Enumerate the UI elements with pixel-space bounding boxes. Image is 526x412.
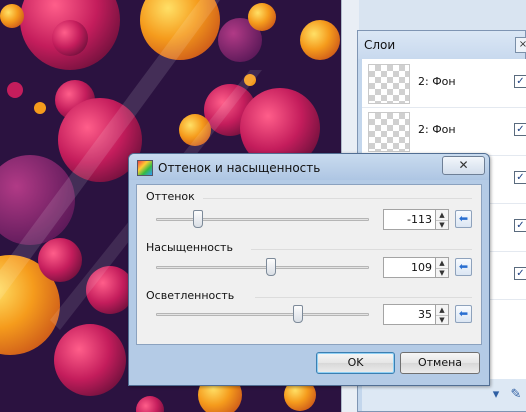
brush-icon[interactable]: ✎ <box>508 387 524 403</box>
lightness-value-input[interactable]: 35 <box>383 304 436 325</box>
saturation-slider-thumb[interactable] <box>266 258 276 276</box>
reset-arrow-icon: ⬅ <box>458 307 469 320</box>
saturation-value-input[interactable]: 109 <box>383 257 436 278</box>
lightness-reset-button[interactable]: ⬅ <box>455 305 472 323</box>
spin-down-icon[interactable]: ▼ <box>436 268 448 278</box>
layer-thumbnail <box>368 112 410 152</box>
lightness-label: Осветленность <box>146 289 235 302</box>
hue-saturation-dialog: Оттенок и насыщенность ✕ Оттенок -113 ▲ … <box>128 153 490 386</box>
hue-value-input[interactable]: -113 <box>383 209 436 230</box>
layer-name: 2: Фон <box>418 123 456 136</box>
dialog-body: Оттенок -113 ▲ ▼ ⬅ Насыщенность 109 ▲ ▼ … <box>136 184 482 345</box>
properties-icon[interactable]: ▾ <box>488 387 504 403</box>
spin-down-icon[interactable]: ▼ <box>436 315 448 325</box>
saturation-reset-button[interactable]: ⬅ <box>455 258 472 276</box>
layers-title: Слои <box>364 38 396 52</box>
lightness-slider-thumb[interactable] <box>293 305 303 323</box>
layer-visibility-checkbox[interactable]: ✓ <box>514 171 526 184</box>
divider <box>255 297 472 298</box>
dialog-title: Оттенок и насыщенность <box>158 161 321 175</box>
hue-reset-button[interactable]: ⬅ <box>455 210 472 228</box>
layer-visibility-checkbox[interactable]: ✓ <box>514 219 526 232</box>
layers-titlebar: Слои × <box>358 31 526 59</box>
layer-thumbnail <box>368 64 410 104</box>
close-icon[interactable]: ✕ <box>442 156 485 175</box>
app-icon <box>137 160 153 176</box>
saturation-label: Насыщенность <box>146 241 233 254</box>
reset-arrow-icon: ⬅ <box>458 260 469 273</box>
saturation-slider-track[interactable] <box>156 266 369 269</box>
divider <box>251 249 472 250</box>
dialog-titlebar: Оттенок и насыщенность ✕ <box>129 154 489 180</box>
saturation-spinner[interactable]: ▲ ▼ <box>436 257 449 278</box>
lightness-slider-track[interactable] <box>156 313 369 316</box>
divider <box>203 198 472 199</box>
reset-arrow-icon: ⬅ <box>458 212 469 225</box>
close-icon[interactable]: × <box>515 37 526 53</box>
spin-down-icon[interactable]: ▼ <box>436 220 448 230</box>
layer-visibility-checkbox[interactable]: ✓ <box>514 123 526 136</box>
layer-item[interactable]: 2: Фон ✓ <box>362 107 526 156</box>
hue-slider-track[interactable] <box>156 218 369 221</box>
cancel-button[interactable]: Отмена <box>400 352 480 374</box>
layer-visibility-checkbox[interactable]: ✓ <box>514 267 526 280</box>
hue-slider-thumb[interactable] <box>193 210 203 228</box>
lightness-spinner[interactable]: ▲ ▼ <box>436 304 449 325</box>
ok-button[interactable]: OK <box>316 352 395 374</box>
hue-label: Оттенок <box>146 190 195 203</box>
layer-visibility-checkbox[interactable]: ✓ <box>514 75 526 88</box>
hue-spinner[interactable]: ▲ ▼ <box>436 209 449 230</box>
layer-name: 2: Фон <box>418 75 456 88</box>
layer-item[interactable]: 2: Фон ✓ <box>362 59 526 108</box>
